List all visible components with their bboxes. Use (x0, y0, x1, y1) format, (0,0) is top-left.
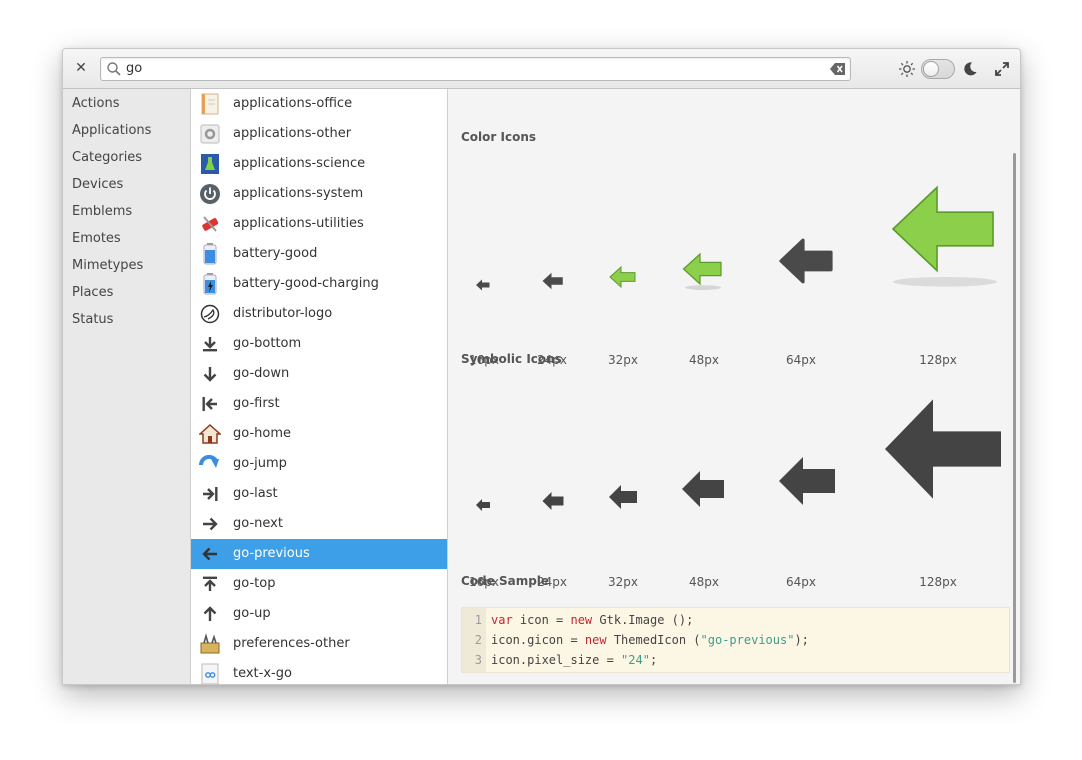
size-label: 64px (786, 575, 816, 589)
line-number: 2 (474, 633, 482, 647)
arrow-previous-icon (199, 543, 221, 565)
arrow-previous-symbolic-icon (542, 492, 564, 510)
arrow-down-icon (199, 363, 221, 385)
size-label: 32px (608, 353, 638, 367)
sidebar-item-devices[interactable]: Devices (63, 171, 190, 198)
arrow-previous-symbolic-icon (476, 499, 490, 511)
category-sidebar: Actions Applications Categories Devices … (63, 89, 191, 684)
elementary-logo-icon (199, 303, 221, 325)
list-item[interactable]: go-down (191, 359, 447, 389)
battery-icon (199, 243, 221, 265)
toolbox-icon (199, 633, 221, 655)
list-item[interactable]: applications-office (191, 89, 447, 119)
arrow-up-icon (199, 603, 221, 625)
go-file-icon (199, 663, 221, 684)
list-item[interactable]: applications-utilities (191, 209, 447, 239)
arrow-previous-icon (779, 238, 833, 284)
list-item[interactable]: go-top (191, 569, 447, 599)
dark-mode-toggle[interactable] (921, 59, 955, 79)
office-icon (199, 93, 221, 115)
arrow-previous-symbolic-icon (885, 399, 1001, 499)
size-label: 48px (689, 575, 719, 589)
battery-charging-icon (199, 273, 221, 295)
arrow-next-icon (199, 513, 221, 535)
sidebar-item-emblems[interactable]: Emblems (63, 198, 190, 225)
arrow-previous-symbolic-icon (682, 471, 724, 507)
app-window: ✕ go Actions Applications Categories Dev… (62, 48, 1021, 685)
search-field[interactable]: go (100, 57, 851, 81)
line-number: 1 (474, 613, 482, 627)
arrow-bottom-icon (199, 333, 221, 355)
list-item[interactable]: go-bottom (191, 329, 447, 359)
list-item[interactable]: battery-good-charging (191, 269, 447, 299)
sidebar-item-emotes[interactable]: Emotes (63, 225, 190, 252)
arrow-previous-green-icon (891, 185, 997, 287)
arrow-previous-icon (542, 272, 563, 290)
size-label: 64px (786, 353, 816, 367)
icon-list: applications-office applications-other a… (191, 89, 448, 684)
symbolic-icons-title: Symbolic Icons (461, 352, 562, 366)
code-text: icon.gicon = new ThemedIcon ("go-previou… (491, 633, 809, 647)
power-icon (199, 183, 221, 205)
sidebar-item-actions[interactable]: Actions (63, 90, 190, 117)
list-item[interactable]: applications-other (191, 119, 447, 149)
arrow-last-icon (199, 483, 221, 505)
search-input[interactable]: go (126, 61, 142, 77)
toggle-knob (923, 61, 939, 77)
list-item[interactable]: text-x-go (191, 659, 447, 684)
jump-icon (199, 453, 221, 475)
list-item[interactable]: go-jump (191, 449, 447, 479)
arrow-previous-symbolic-icon (779, 457, 835, 505)
header-bar: ✕ go (63, 49, 1020, 89)
line-number: 3 (474, 653, 482, 667)
sidebar-item-categories[interactable]: Categories (63, 144, 190, 171)
code-text: icon.pixel_size = "24"; (491, 653, 658, 667)
list-item[interactable]: distributor-logo (191, 299, 447, 329)
arrow-top-icon (199, 573, 221, 595)
scrollbar[interactable] (1013, 153, 1016, 683)
size-label: 128px (919, 353, 957, 367)
list-item-selected[interactable]: go-previous (191, 539, 447, 569)
arrow-previous-green-icon (609, 265, 636, 289)
color-icons-title: Color Icons (461, 130, 537, 144)
list-item[interactable]: go-last (191, 479, 447, 509)
home-icon (199, 423, 221, 445)
gear-icon (199, 123, 221, 145)
sun-icon (899, 61, 915, 77)
arrow-first-icon (199, 393, 221, 415)
sidebar-item-mimetypes[interactable]: Mimetypes (63, 252, 190, 279)
moon-icon (964, 62, 977, 76)
sidebar-item-places[interactable]: Places (63, 279, 190, 306)
maximize-icon[interactable] (993, 60, 1011, 78)
list-item[interactable]: go-up (191, 599, 447, 629)
list-item[interactable]: applications-science (191, 149, 447, 179)
arrow-previous-green-icon (682, 252, 722, 290)
list-item[interactable]: battery-good (191, 239, 447, 269)
size-label: 32px (608, 575, 638, 589)
close-button[interactable]: ✕ (73, 60, 89, 76)
code-text: var icon = new Gtk.Image (); (491, 613, 694, 627)
size-label: 128px (919, 575, 957, 589)
arrow-previous-symbolic-icon (609, 485, 637, 509)
code-sample[interactable]: 1 var icon = new Gtk.Image (); 2 icon.gicon… (461, 607, 1010, 673)
list-item[interactable]: go-next (191, 509, 447, 539)
size-label: 48px (689, 353, 719, 367)
search-icon (107, 62, 121, 76)
sidebar-item-applications[interactable]: Applications (63, 117, 190, 144)
sidebar-item-status[interactable]: Status (63, 306, 190, 333)
list-item[interactable]: go-first (191, 389, 447, 419)
tools-icon (199, 213, 221, 235)
list-item[interactable]: go-home (191, 419, 447, 449)
clear-search-icon[interactable] (830, 62, 846, 76)
list-item[interactable]: applications-system (191, 179, 447, 209)
icon-detail-pane: Color Icons 16px 24px 32px 48px 64px 128… (449, 89, 1020, 684)
flask-icon (199, 153, 221, 175)
code-sample-title: Code Sample (461, 574, 550, 588)
list-item[interactable]: preferences-other (191, 629, 447, 659)
arrow-previous-icon (476, 279, 490, 291)
